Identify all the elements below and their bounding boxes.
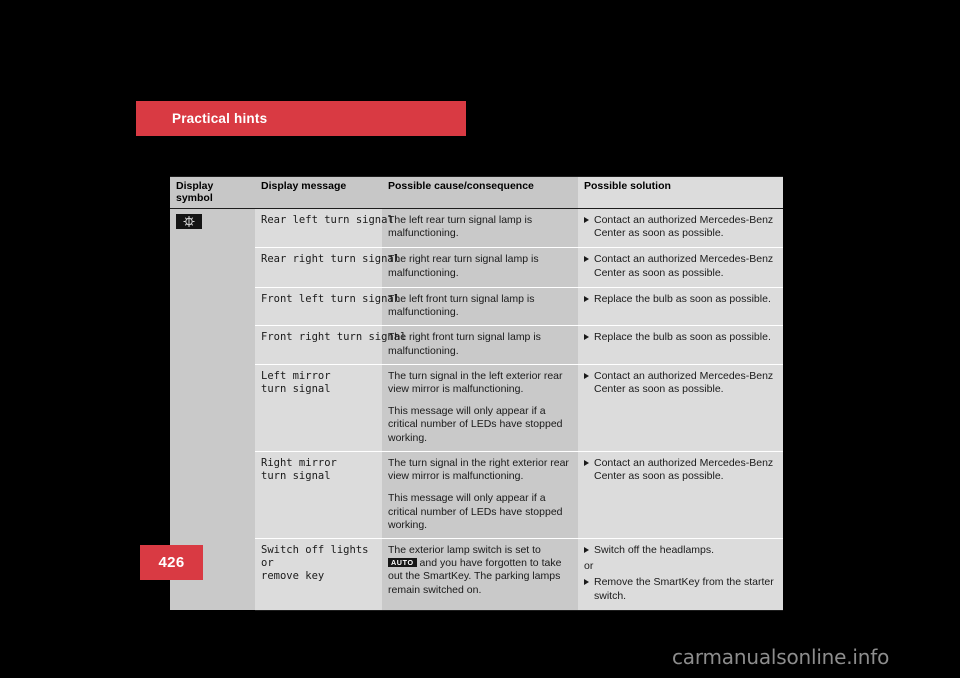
column-header-possible-solution: Possible solution	[578, 176, 783, 209]
table-header-row: Display symbol Display message Possible …	[170, 176, 783, 209]
solution-or-separator: or	[584, 560, 594, 573]
solution-text: Contact an authorized Mercedes-Benz Cent…	[594, 214, 774, 240]
cause-paragraph: This message will only appear if a criti…	[388, 492, 563, 531]
cause-paragraph: The right front turn signal lamp is malf…	[388, 331, 541, 357]
solution-text: Contact an authorized Mercedes-Benz Cent…	[594, 369, 774, 395]
solution-item: Replace the bulb as soon as possible.	[584, 331, 777, 344]
table-body: Rear left turn signal The left rear turn …	[170, 208, 783, 611]
table-row: Right mirror turn signal The turn signal i…	[170, 450, 783, 539]
solution-item: Contact an authorized Mercedes-Benz Cent…	[584, 457, 777, 483]
cell-display-message: Rear left turn signal	[255, 208, 394, 248]
cell-possible-solution: Switch off the headlamps. or Remove the Sm…	[578, 537, 783, 611]
display-message-line: or	[261, 557, 274, 570]
solution-item: Contact an authorized Mercedes-Benz Cent…	[584, 370, 777, 396]
display-messages-table: Display symbol Display message Possible …	[170, 176, 783, 611]
cause-paragraph: The right rear turn signal lamp is malfu…	[388, 253, 539, 279]
solution-item: Remove the SmartKey from the starter swi…	[584, 576, 777, 602]
cell-display-message: Right mirror turn signal	[255, 450, 382, 539]
table-row: Switch off lights or remove key The exterio…	[170, 537, 783, 611]
cell-display-message: Rear right turn signal	[255, 247, 401, 288]
table-row: Front right turn signal The right front t…	[170, 325, 783, 365]
triangle-bullet-icon	[584, 256, 589, 263]
solution-text: Replace the bulb as soon as possible.	[594, 292, 771, 305]
solution-text: Contact an authorized Mercedes-Benz Cent…	[594, 456, 774, 483]
cell-possible-cause: The right front turn signal lamp is malf…	[382, 325, 578, 365]
bulb-failure-indicator-icon	[176, 214, 202, 229]
solution-item: Contact an authorized Mercedes-Benz Cent…	[584, 214, 777, 240]
triangle-bullet-icon	[584, 459, 589, 466]
solution-item: Contact an authorized Mercedes-Benz Cent…	[584, 253, 777, 279]
cell-possible-solution: Contact an authorized Mercedes-Benz Cent…	[578, 208, 783, 248]
auto-lamp-switch-badge: AUTO	[388, 558, 417, 568]
cell-possible-solution: Contact an authorized Mercedes-Benz Cent…	[578, 450, 783, 539]
display-message-line: turn signal	[261, 470, 331, 483]
cell-possible-cause: The turn signal in the left exterior rea…	[382, 363, 578, 452]
triangle-bullet-icon	[584, 546, 589, 553]
display-message-line: turn signal	[261, 382, 331, 395]
cell-possible-solution: Replace the bulb as soon as possible.	[578, 325, 783, 365]
triangle-bullet-icon	[584, 372, 589, 379]
solution-text: Remove the SmartKey from the starter swi…	[594, 576, 774, 602]
column-header-possible-cause: Possible cause/consequence	[382, 176, 578, 209]
page-number-box: 426	[140, 545, 203, 580]
display-message-line: Front right turn signal	[261, 331, 407, 344]
solution-text: Switch off the headlamps.	[594, 543, 715, 556]
solution-item: Replace the bulb as soon as possible.	[584, 293, 777, 306]
display-message-line: Rear right turn signal	[261, 253, 401, 266]
table-row: Rear left turn signal The left rear turn …	[170, 208, 783, 611]
cell-possible-cause: The turn signal in the right exterior re…	[382, 450, 578, 539]
manual-page: Practical hints Display symbol Display m…	[0, 0, 960, 678]
display-message-line: Front left turn signal	[261, 292, 401, 305]
chapter-title: Practical hints	[172, 111, 268, 126]
page-number: 426	[158, 554, 185, 571]
cell-possible-cause: The left rear turn signal lamp is malfun…	[382, 208, 578, 248]
cell-possible-cause: The right rear turn signal lamp is malfu…	[382, 247, 578, 288]
cell-display-message: Front left turn signal	[255, 286, 401, 326]
table-row: Rear right turn signal The right rear tur…	[170, 247, 783, 288]
cause-paragraph: The left rear turn signal lamp is malfun…	[388, 214, 533, 240]
table-row: Front left turn signal The left front tur…	[170, 286, 783, 326]
cause-paragraph: This message will only appear if a criti…	[388, 405, 563, 444]
display-message-line: Left mirror	[261, 369, 331, 382]
display-message-line: Right mirror	[261, 456, 337, 469]
cell-display-message: Left mirror turn signal	[255, 363, 382, 452]
solution-item: Switch off the headlamps.	[584, 544, 777, 557]
solution-text: Contact an authorized Mercedes-Benz Cent…	[594, 253, 774, 279]
triangle-bullet-icon	[584, 334, 589, 341]
triangle-bullet-icon	[584, 579, 589, 586]
cell-possible-solution: Contact an authorized Mercedes-Benz Cent…	[578, 363, 783, 452]
triangle-bullet-icon	[584, 217, 589, 223]
column-header-display-message: Display message	[255, 176, 382, 209]
solution-text: Replace the bulb as soon as possible.	[594, 331, 771, 344]
site-watermark: carmanualsonline.info	[672, 645, 890, 669]
cause-paragraph: The turn signal in the left exterior rea…	[388, 369, 563, 395]
cell-possible-cause: The exterior lamp switch is set to AUTO …	[382, 537, 578, 611]
triangle-bullet-icon	[584, 295, 589, 302]
cell-possible-cause: The left front turn signal lamp is malfu…	[382, 286, 578, 326]
cause-paragraph: The left front turn signal lamp is malfu…	[388, 292, 535, 319]
cell-display-message: Front right turn signal	[255, 325, 407, 365]
display-message-line: Switch off lights	[261, 543, 369, 556]
cell-possible-solution: Replace the bulb as soon as possible.	[578, 286, 783, 326]
cause-paragraph: The turn signal in the right exterior re…	[388, 456, 569, 483]
display-message-line: Rear left turn signal	[261, 214, 394, 226]
display-message-line: remove key	[261, 570, 325, 583]
cell-display-message: Switch off lights or remove key	[255, 537, 382, 611]
table-row: Left mirror turn signal The turn signal in…	[170, 363, 783, 452]
column-header-display-symbol: Display symbol	[170, 176, 255, 209]
cell-possible-solution: Contact an authorized Mercedes-Benz Cent…	[578, 247, 783, 288]
cause-paragraph: The exterior lamp switch is set to AUTO …	[388, 543, 562, 596]
